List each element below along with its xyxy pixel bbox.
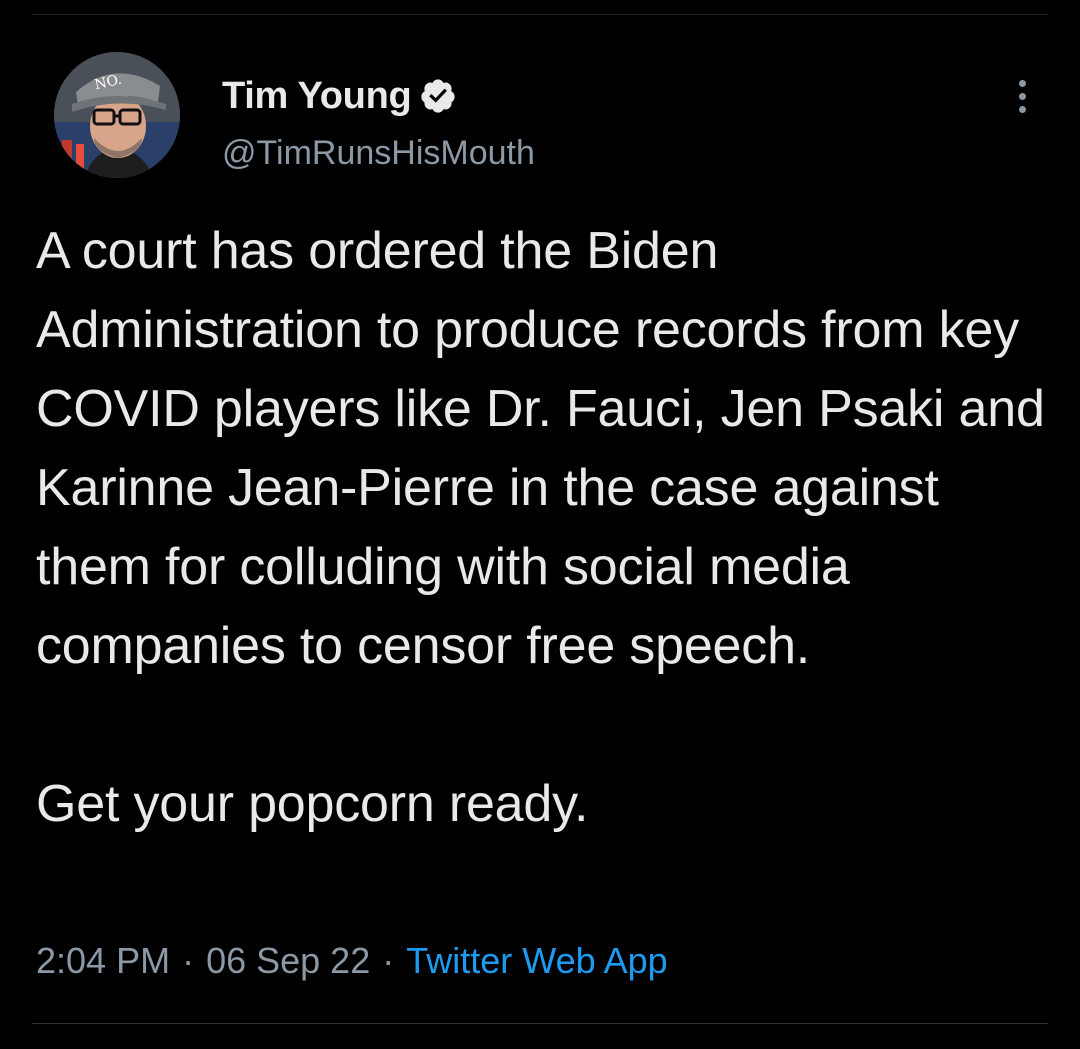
meta-separator: ·	[182, 940, 195, 981]
verified-badge-icon	[419, 77, 457, 115]
author-handle[interactable]: @TimRunsHisMouth	[222, 134, 535, 173]
avatar[interactable]: NO.	[54, 52, 180, 178]
author-display-name[interactable]: Tim Young	[222, 75, 412, 118]
tweet-time[interactable]: 2:04 PM	[36, 940, 170, 981]
name-row: Tim Young	[222, 70, 535, 122]
more-dot	[1018, 92, 1026, 100]
top-divider	[32, 14, 1048, 15]
tweet-paragraph: A court has ordered the Biden Administra…	[36, 222, 1045, 675]
bottom-divider	[32, 1023, 1048, 1024]
tweet-date[interactable]: 06 Sep 22	[206, 940, 370, 981]
more-dot	[1018, 105, 1026, 113]
tweet-meta: 2:04 PM · 06 Sep 22 · Twitter Web App	[36, 940, 668, 982]
tweet-paragraph: Get your popcorn ready.	[36, 775, 589, 833]
tweet-text: A court has ordered the Biden Administra…	[36, 212, 1046, 844]
meta-separator: ·	[382, 940, 395, 981]
avatar-image: NO.	[54, 52, 180, 178]
author-identity: Tim Young @TimRunsHisMouth	[222, 70, 535, 173]
more-options-icon[interactable]	[1004, 72, 1040, 120]
more-dot	[1018, 79, 1026, 87]
tweet-source-link[interactable]: Twitter Web App	[406, 940, 667, 981]
